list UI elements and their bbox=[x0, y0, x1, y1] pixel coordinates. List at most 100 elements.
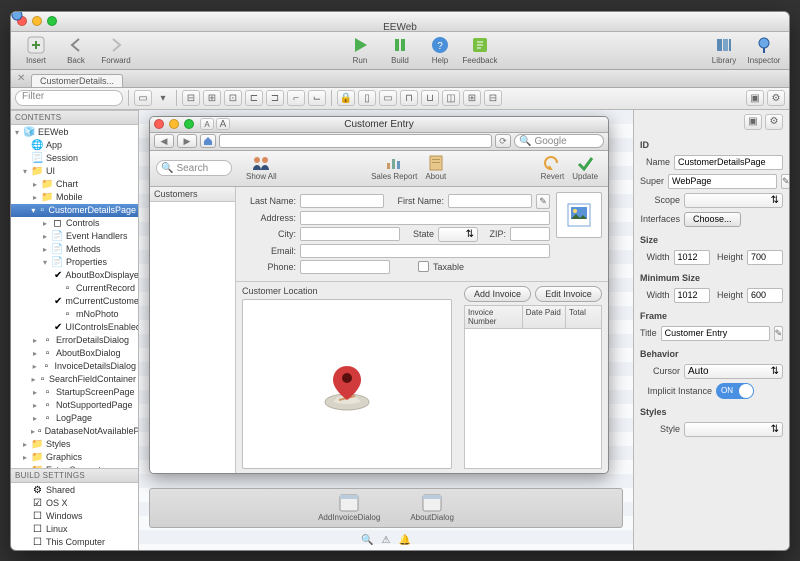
help-button[interactable]: ? Help bbox=[421, 35, 459, 65]
tree-prop-currentrecord[interactable]: ▫CurrentRecord bbox=[11, 282, 138, 295]
tree-customerdetailspage[interactable]: ▾▫CustomerDetailsPage bbox=[11, 204, 138, 217]
tree-aboutdialog[interactable]: ▸▫AboutBoxDialog bbox=[11, 347, 138, 360]
sales-report-button[interactable]: Sales Report bbox=[371, 155, 417, 181]
tree-linux[interactable]: ☐Linux bbox=[11, 523, 138, 536]
tree-controls[interactable]: ▸◻Controls bbox=[11, 217, 138, 230]
align-tool-12-icon[interactable]: ◫ bbox=[442, 90, 460, 106]
url-field[interactable] bbox=[219, 134, 492, 148]
city-field[interactable] bbox=[300, 227, 400, 241]
edit-name-icon[interactable]: ✎ bbox=[536, 194, 550, 209]
gear-icon[interactable]: ⚙ bbox=[767, 90, 785, 106]
library-button[interactable]: Library bbox=[705, 35, 743, 65]
align-tool-7-icon[interactable]: ⌙ bbox=[308, 90, 326, 106]
nav-back-icon[interactable]: ◀ bbox=[154, 134, 174, 148]
zip-field[interactable] bbox=[510, 227, 550, 241]
add-invoice-button[interactable]: Add Invoice bbox=[464, 286, 531, 302]
lastname-field[interactable] bbox=[300, 194, 384, 208]
about-button[interactable]: About bbox=[425, 155, 446, 181]
tree-prop-mcurrentcust[interactable]: ✔mCurrentCustomerID bbox=[11, 295, 138, 308]
align-left-icon[interactable]: ▭ bbox=[134, 90, 152, 106]
revert-button[interactable]: Revert bbox=[541, 155, 565, 181]
tree-styles[interactable]: ▸📁Styles bbox=[11, 438, 138, 451]
customer-photo[interactable] bbox=[556, 192, 602, 238]
align-tool-10-icon[interactable]: ⊓ bbox=[400, 90, 418, 106]
search-status-icon[interactable]: 🔍 bbox=[361, 535, 373, 546]
view-toggle-icon[interactable]: ▣ bbox=[746, 90, 764, 106]
tree-windows[interactable]: ☐Windows bbox=[11, 510, 138, 523]
tree-shared[interactable]: ⚙Shared bbox=[11, 484, 138, 497]
edit-invoice-button[interactable]: Edit Invoice bbox=[535, 286, 602, 302]
tree-thispc[interactable]: ☐This Computer bbox=[11, 536, 138, 549]
tray-addinvoice[interactable]: AddInvoiceDialog bbox=[318, 494, 380, 522]
tree-prop-mnophoto[interactable]: ▫mNoPhoto bbox=[11, 308, 138, 321]
tree-app[interactable]: 🌐App bbox=[11, 139, 138, 152]
filter-input[interactable]: Filter bbox=[15, 90, 123, 106]
minwidth-field[interactable] bbox=[674, 288, 710, 303]
super-edit-icon[interactable]: ✎ bbox=[781, 174, 789, 189]
rss-status-icon[interactable]: 🔔 bbox=[398, 535, 410, 546]
design-canvas[interactable]: A A Customer Entry ◀ ▶ ⟳ 🔍Google 🔍Search bbox=[139, 110, 633, 550]
inspector-button[interactable]: Inspector bbox=[745, 35, 783, 65]
lock-tool-icon[interactable]: 🔒 bbox=[337, 90, 355, 106]
scope-select[interactable]: ⇅ bbox=[684, 193, 783, 208]
project-tree[interactable]: ▾🧊EEWeb 🌐App 📃Session ▾📁UI ▸📁Chart ▸📁Mob… bbox=[11, 125, 138, 468]
align-tool-9-icon[interactable]: ▭ bbox=[379, 90, 397, 106]
cursor-select[interactable]: Auto⇅ bbox=[684, 364, 783, 379]
taxable-checkbox[interactable] bbox=[418, 261, 429, 272]
align-tool-5-icon[interactable]: ⊐ bbox=[266, 90, 284, 106]
tray-about[interactable]: AboutDialog bbox=[410, 494, 454, 522]
col-invoice-number[interactable]: Invoice Number bbox=[465, 306, 523, 328]
address-field[interactable] bbox=[300, 211, 550, 225]
nav-fwd-icon[interactable]: ▶ bbox=[177, 134, 197, 148]
tree-osx[interactable]: ☑OS X bbox=[11, 497, 138, 510]
align-tool-6-icon[interactable]: ⌐ bbox=[287, 90, 305, 106]
update-button[interactable]: Update bbox=[572, 155, 598, 181]
reload-icon[interactable]: ⟳ bbox=[495, 134, 511, 148]
close-tab-icon[interactable]: ✕ bbox=[17, 73, 25, 84]
super-field[interactable] bbox=[668, 174, 777, 189]
align-tool-3-icon[interactable]: ⊡ bbox=[224, 90, 242, 106]
tree-notsupported[interactable]: ▸▫NotSupportedPage bbox=[11, 399, 138, 412]
width-field[interactable] bbox=[674, 250, 710, 265]
tree-searchfieldcont[interactable]: ▸▫SearchFieldContainer bbox=[11, 373, 138, 386]
align-tool-8-icon[interactable]: ▯ bbox=[358, 90, 376, 106]
firstname-field[interactable] bbox=[448, 194, 532, 208]
invoice-table-body[interactable] bbox=[464, 329, 602, 469]
implicit-toggle[interactable]: ON bbox=[716, 383, 754, 399]
customer-search-input[interactable]: 🔍Search bbox=[156, 160, 232, 176]
tree-methods[interactable]: ▸📄Methods bbox=[11, 243, 138, 256]
tree-errordialog[interactable]: ▸▫ErrorDetailsDialog bbox=[11, 334, 138, 347]
state-select[interactable]: ⇅ bbox=[438, 227, 478, 242]
tree-dbna[interactable]: ▸▫DatabaseNotAvailablePage bbox=[11, 425, 138, 438]
phone-field[interactable] bbox=[300, 260, 390, 274]
inspector-gear-icon[interactable]: ⚙ bbox=[765, 114, 783, 130]
title-edit-icon[interactable]: ✎ bbox=[774, 326, 784, 341]
forward-button[interactable]: Forward bbox=[97, 35, 135, 65]
minheight-field[interactable] bbox=[747, 288, 783, 303]
customers-list[interactable]: Customers bbox=[150, 187, 236, 473]
warning-status-icon[interactable]: ⚠ bbox=[382, 535, 391, 546]
tree-chart[interactable]: ▸📁Chart bbox=[11, 178, 138, 191]
tree-session[interactable]: 📃Session bbox=[11, 152, 138, 165]
tree-mobile[interactable]: ▸📁Mobile bbox=[11, 191, 138, 204]
back-button[interactable]: Back bbox=[57, 35, 95, 65]
inspector-view-icon[interactable]: ▣ bbox=[744, 114, 762, 130]
customer-entry-window[interactable]: A A Customer Entry ◀ ▶ ⟳ 🔍Google 🔍Search bbox=[149, 116, 609, 474]
customer-map[interactable] bbox=[242, 299, 452, 469]
tree-graphics[interactable]: ▸📁Graphics bbox=[11, 451, 138, 464]
col-total[interactable]: Total bbox=[566, 306, 601, 328]
feedback-button[interactable]: Feedback bbox=[461, 35, 499, 65]
home-icon[interactable] bbox=[200, 134, 216, 148]
tree-prop-uicontrols[interactable]: ✔UIControlsEnabled bbox=[11, 321, 138, 334]
title-field[interactable] bbox=[661, 326, 770, 341]
height-field[interactable] bbox=[747, 250, 783, 265]
tree-invoicedialog[interactable]: ▸▫InvoiceDetailsDialog bbox=[11, 360, 138, 373]
email-field[interactable] bbox=[300, 244, 550, 258]
tree-prop-aboutbox[interactable]: ✔AboutBoxDisplayed bbox=[11, 269, 138, 282]
name-field[interactable] bbox=[674, 155, 783, 170]
choose-button[interactable]: Choose... bbox=[684, 212, 741, 227]
build-button[interactable]: Build bbox=[381, 35, 419, 65]
align-dropdown-icon[interactable]: ▾ bbox=[155, 90, 171, 106]
align-tool-4-icon[interactable]: ⊏ bbox=[245, 90, 263, 106]
tree-properties[interactable]: ▾📄Properties bbox=[11, 256, 138, 269]
